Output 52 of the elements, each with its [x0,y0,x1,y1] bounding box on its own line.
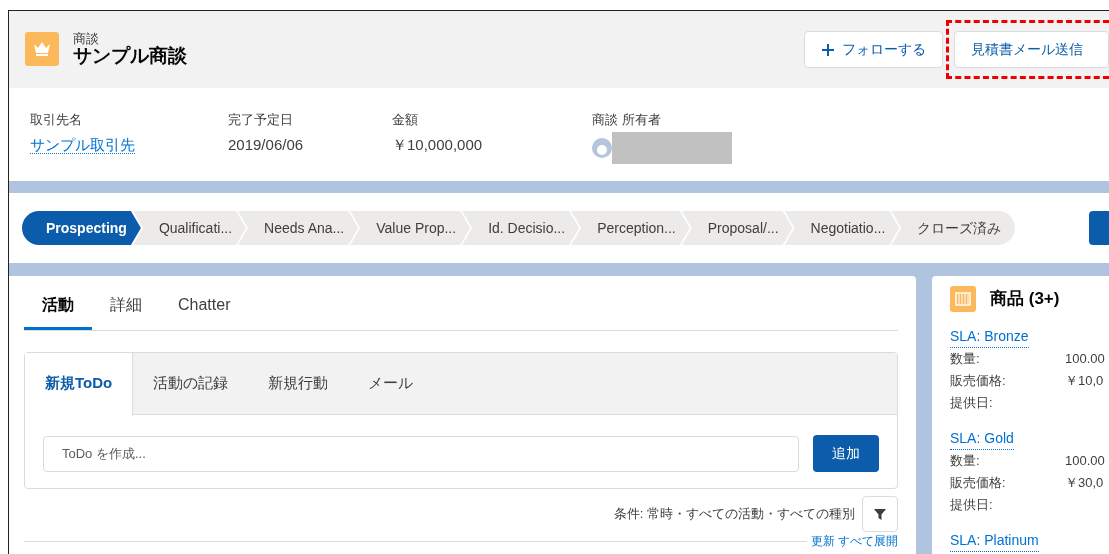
activity-tab[interactable]: 新規行動 [248,353,349,415]
path-stage[interactable]: Needs Ana... [238,211,359,245]
field-label: 商談 所有者 [592,111,662,129]
crown-icon [25,32,59,67]
product-field-label: 提供日: [950,394,994,412]
filter-icon [873,507,887,521]
activity-tab[interactable]: 新規ToDo [25,353,134,416]
field-label: 完了予定日 [228,111,294,129]
link[interactable]: 更新 [810,534,835,548]
filter-button[interactable] [862,496,898,532]
activity-tab[interactable]: 活動の記録 [133,353,249,415]
product-field-label: 販売価格: [950,372,1007,390]
product-field-label: 数量: [950,350,981,368]
field-value: ￥10,000,000 [392,134,484,155]
product-field-label: 販売価格: [950,474,1007,492]
tab[interactable]: Chatter [160,276,249,330]
account-link[interactable]: サンプル取引先 [30,135,135,154]
tab[interactable]: 活動 [24,276,92,330]
path-stage[interactable]: Qualificati... [132,211,247,245]
path-stage[interactable]: Id. Decisio... [462,211,580,245]
product-field-label: 提供日: [950,496,994,514]
path-stage[interactable]: Perception... [571,211,690,245]
path-stage[interactable]: Negotiatio... [784,211,900,245]
activity-tab[interactable]: メール [348,353,434,415]
add-button[interactable]: 追加 [813,435,879,472]
avatar-icon [592,137,612,158]
tab[interactable]: 詳細 [92,276,160,330]
products-icon [950,286,976,312]
field-value: 2019/06/06 [228,134,305,155]
record-title: サンプル商談 [73,44,187,68]
product-field-value: ￥10,0 [1065,372,1104,390]
field-label: 金額 [392,111,419,129]
follow-button[interactable]: フォローする [804,31,943,68]
path-stage[interactable]: クローズ済み [891,211,1016,245]
object-label: 商談 [73,31,100,45]
field-label: 取引先名 [30,111,83,129]
product-field-value: 100.00 [1065,350,1105,368]
todo-input-field[interactable]: ToDo を作成... [43,435,799,472]
product-link[interactable]: SLA: Bronze [950,326,1029,348]
action-button[interactable]: 見積書メール送信 [954,31,1109,68]
link[interactable]: すべて展開 [838,534,898,548]
product-link[interactable]: SLA: Gold [950,428,1014,450]
product-link[interactable]: SLA: Platinum [950,530,1039,552]
product-field-value: ￥30,0 [1065,474,1104,492]
path-stage[interactable]: Proposal/... [681,211,793,245]
filter-text: 条件: 常時・すべての活動・すべての種別 [613,505,855,524]
product-field-value: 100.00 [1065,452,1105,470]
path-stage[interactable]: Value Prop... [350,211,471,245]
products-title: 商品 (3+) [990,288,1060,311]
path-stage[interactable]: Prospecting [22,211,141,245]
plus-icon [821,42,835,57]
product-field-label: 数量: [950,452,981,470]
